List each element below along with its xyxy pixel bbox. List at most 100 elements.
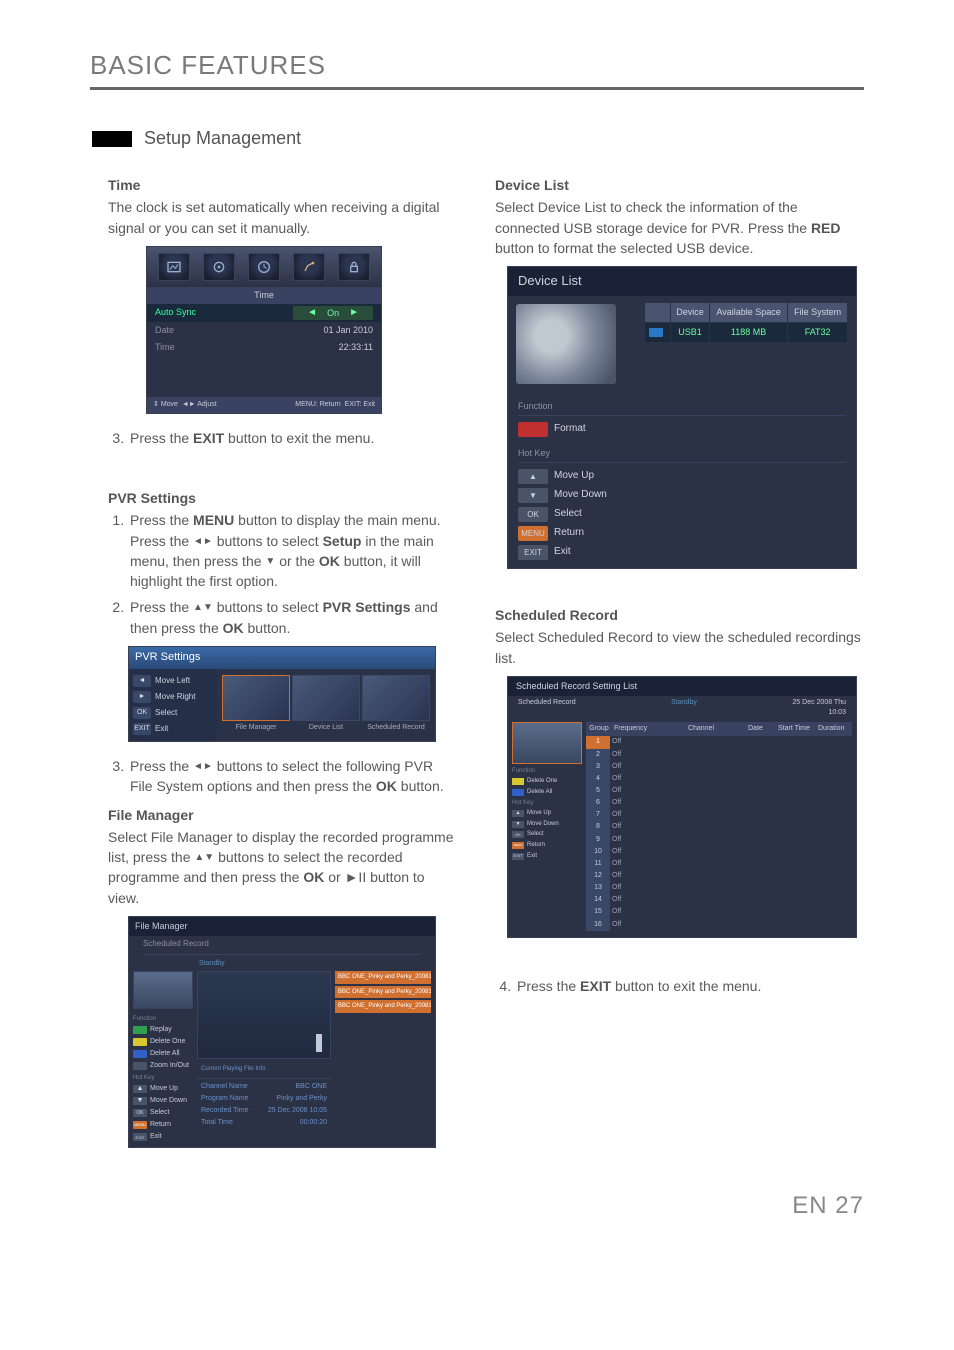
- fm-function-label: Function: [133, 1013, 193, 1024]
- fm-standby: Standby: [129, 957, 435, 971]
- sr-device-thumb: [512, 722, 582, 764]
- up-arrow-icon: ▲: [193, 603, 203, 614]
- device-list-heading: Device List: [495, 175, 864, 195]
- sr-step-4: Press the EXIT button to exit the menu.: [515, 976, 864, 996]
- down-arrow-icon: ▼: [265, 556, 275, 567]
- header-rule: [90, 87, 864, 90]
- schedule-row: 14Off: [586, 894, 852, 906]
- exit-chip: EXIT: [518, 545, 548, 560]
- dl-title: Device List: [508, 267, 856, 296]
- down-arrow-icon: ▼: [204, 852, 214, 863]
- td-fs: FAT32: [788, 323, 848, 343]
- left-key-icon: ◄: [133, 675, 151, 687]
- schedule-row: 1Off: [586, 736, 852, 748]
- left-arrow-icon: ◄: [193, 761, 203, 772]
- down-chip-icon: ▼: [512, 821, 524, 828]
- green-chip-icon: [133, 1026, 147, 1034]
- schedule-row: 4Off: [586, 773, 852, 785]
- down-arrow-icon: ▼: [203, 603, 213, 614]
- play-pause-icon: ►II: [345, 869, 367, 885]
- fm-preview: [197, 971, 331, 1059]
- time-heading: Time: [108, 175, 459, 195]
- pvr-step-1: Press the MENU button to display the mai…: [128, 510, 459, 591]
- thumb-device-list: Device List: [293, 675, 359, 735]
- exit-key: EXIT: [133, 723, 151, 735]
- dl-hotkey-label: Hot Key: [508, 439, 856, 462]
- schedule-row: 6Off: [586, 797, 852, 809]
- file-row-1: BBC ONE_Pinky and Perky_20081225_100524.…: [335, 971, 431, 984]
- fm-title: File Manager: [129, 917, 435, 936]
- page-header: BASIC FEATURES: [90, 50, 864, 87]
- right-arrow-icon: ►: [203, 536, 213, 547]
- fm-file-list: BBC ONE_Pinky and Perky_20081225_100524.…: [335, 971, 431, 1144]
- menu-chip: MENU: [518, 526, 548, 541]
- schedule-row: 7Off: [586, 809, 852, 821]
- td-space: 1188 MB: [709, 323, 787, 343]
- schedule-row: 3Off: [586, 761, 852, 773]
- exit-chip: EXIT: [512, 853, 524, 860]
- left-arrow-icon: ◄: [307, 306, 317, 321]
- pvr-heading: PVR Settings: [108, 488, 459, 508]
- leftright-icon: ◄►: [182, 401, 196, 408]
- subtitle-bar: [92, 131, 132, 147]
- time-steps: Press the EXIT button to exit the menu.: [90, 428, 459, 448]
- auto-sync-label: Auto Sync: [155, 306, 196, 321]
- schedule-row: 11Off: [586, 858, 852, 870]
- pvr-side-menu: ◄Move Left ►Move Right OKSelect EXITExit: [129, 669, 217, 741]
- file-manager-text: Select File Manager to display the recor…: [108, 827, 459, 908]
- date-label: Date: [155, 324, 174, 337]
- up-chip-icon: ▲: [518, 469, 548, 484]
- file-row-2: BBC ONE_Pinky and Perky_20081225_100525.…: [335, 986, 431, 999]
- schedule-row: 16Off: [586, 919, 852, 931]
- time-step-3: Press the EXIT button to exit the menu.: [128, 428, 459, 448]
- schedule-row: 2Off: [586, 749, 852, 761]
- file-manager-osd: File Manager Scheduled Record Standby Fu…: [128, 916, 436, 1148]
- lock-icon: [338, 253, 370, 281]
- time-description: The clock is set automatically when rece…: [108, 197, 459, 238]
- td-usb1: USB1: [671, 323, 710, 343]
- pvr-osd-title: PVR Settings: [129, 647, 435, 669]
- schedule-row: 13Off: [586, 882, 852, 894]
- scheduled-record-text: Select Scheduled Record to view the sche…: [495, 627, 864, 668]
- picture-icon: [158, 253, 190, 281]
- updown-icon: ⇕: [153, 401, 159, 408]
- time-label: Time: [155, 341, 175, 354]
- device-list-osd: Device List Device Available Space File …: [507, 266, 857, 569]
- pvr-steps-3: Press the ◄► buttons to select the follo…: [90, 756, 459, 797]
- sound-icon: [203, 253, 235, 281]
- pvr-thumbs: File Manager Device List Scheduled Recor…: [217, 669, 435, 741]
- yellow-chip-icon: [133, 1038, 147, 1046]
- schedule-row: 10Off: [586, 846, 852, 858]
- scheduled-record-osd: Scheduled Record Setting List Scheduled …: [507, 676, 857, 938]
- dl-function-label: Function: [508, 392, 856, 415]
- schedule-row: 12Off: [586, 870, 852, 882]
- auto-sync-value: ◄ On ►: [293, 306, 373, 321]
- time-row: Time 22:33:11: [147, 339, 381, 356]
- thumb-scheduled-record: Scheduled Record: [363, 675, 429, 735]
- blue-chip-icon: [133, 1050, 147, 1058]
- scheduled-record-heading: Scheduled Record: [495, 605, 864, 625]
- setup-icon: [293, 253, 325, 281]
- left-column: Time The clock is set automatically when…: [90, 167, 459, 1162]
- pvr-step-3: Press the ◄► buttons to select the follo…: [128, 756, 459, 797]
- menu-chip: MENU: [512, 842, 524, 849]
- subtitle-row: Setup Management: [92, 128, 864, 149]
- exit-chip: EXIT: [133, 1133, 147, 1141]
- schedule-row: 15Off: [586, 906, 852, 918]
- osd-top-icons: [147, 247, 381, 287]
- up-arrow-icon: ▲: [194, 852, 204, 863]
- date-value: 01 Jan 2010: [323, 324, 373, 337]
- page-number: EN 27: [90, 1192, 864, 1220]
- date-row: Date 01 Jan 2010: [147, 322, 381, 339]
- time-icon: [248, 253, 280, 281]
- th-available-space: Available Space: [709, 303, 787, 323]
- device-list-text: Select Device List to check the informat…: [495, 197, 864, 258]
- schedule-row: 8Off: [586, 821, 852, 833]
- file-row-3: BBC ONE_Pinky and Perky_20081225_100526.…: [335, 1000, 431, 1013]
- ok-chip: OK: [512, 831, 524, 838]
- time-osd-footer: ⇕ Move ◄► Adjust MENU: Return EXIT: Exit: [147, 397, 381, 413]
- hdd-icon: [516, 304, 616, 384]
- down-chip-icon: ▼: [518, 488, 548, 503]
- file-manager-heading: File Manager: [108, 805, 459, 825]
- schedule-row: 5Off: [586, 785, 852, 797]
